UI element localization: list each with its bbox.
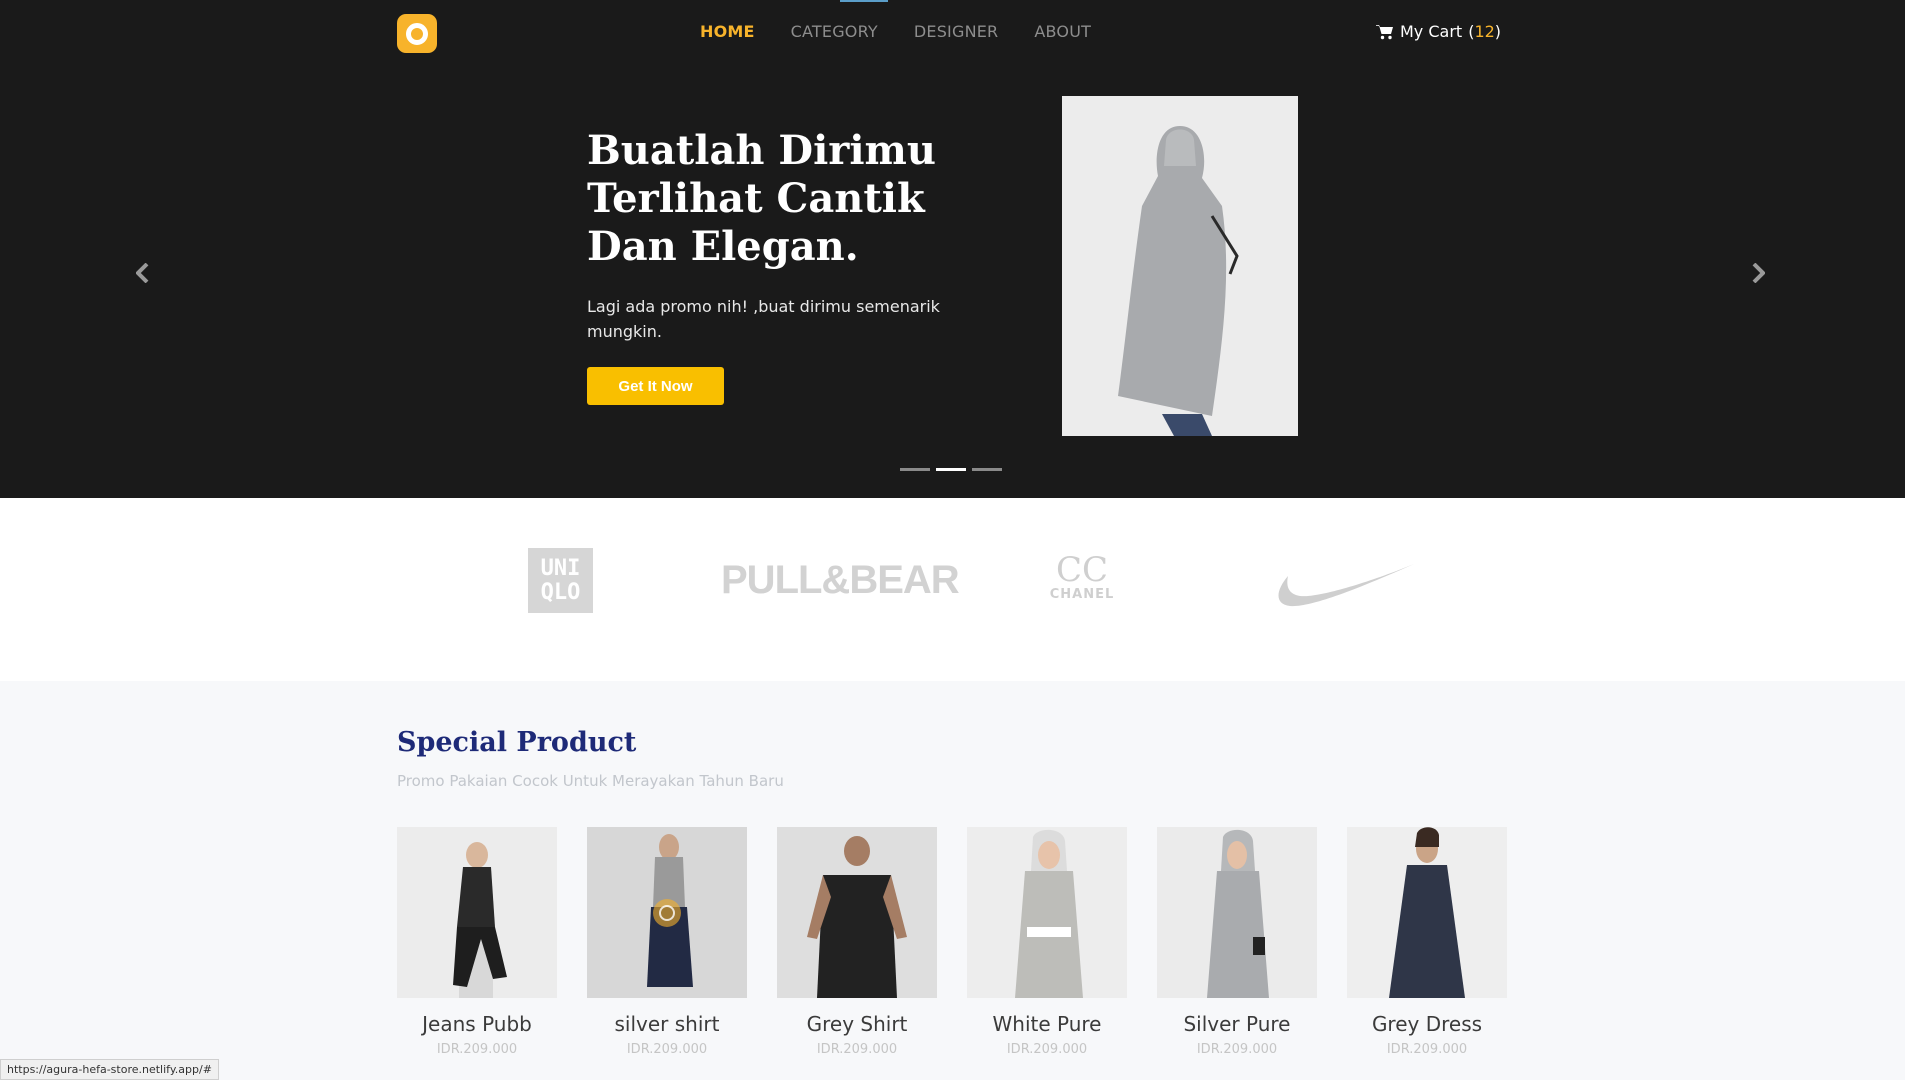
section-title: Special Product [397, 727, 637, 758]
nav-designer[interactable]: DESIGNER [914, 22, 999, 41]
hero-banner: HOME CATEGORY DESIGNER ABOUT My Cart (12… [0, 0, 1905, 498]
product-image[interactable] [587, 827, 747, 998]
product-image[interactable] [1347, 827, 1507, 998]
product-image[interactable] [1157, 827, 1317, 998]
cart-icon [1376, 24, 1393, 39]
chevron-left-icon [136, 263, 149, 283]
product-card[interactable]: Silver Pure IDR.209.000 [1157, 827, 1317, 1057]
carousel-dot[interactable] [900, 468, 930, 471]
brand-strip: UNI QLO PULL&BEAR CC CHANEL [0, 498, 1905, 681]
status-bar-url: https://agura-hefa-store.netlify.app/# [0, 1059, 219, 1080]
hero-model-image [1062, 96, 1298, 436]
product-name[interactable]: Jeans Pubb [397, 1012, 557, 1036]
product-card[interactable]: silver shirt IDR.209.000 [587, 827, 747, 1057]
main-nav: HOME CATEGORY DESIGNER ABOUT [700, 22, 1091, 41]
nav-about[interactable]: ABOUT [1034, 22, 1091, 41]
get-it-now-button[interactable]: Get It Now [587, 367, 724, 405]
product-price: IDR.209.000 [816, 1042, 898, 1057]
product-price: IDR.209.000 [1196, 1042, 1278, 1057]
product-card[interactable]: Jeans Pubb IDR.209.000 [397, 827, 557, 1057]
carousel-indicators [900, 468, 1002, 471]
product-name[interactable]: silver shirt [587, 1012, 747, 1036]
chanel-logo: CC CHANEL [1049, 550, 1115, 602]
uniqlo-logo: UNI QLO [528, 548, 593, 613]
carousel-next-button[interactable] [1748, 262, 1768, 284]
product-price: IDR.209.000 [436, 1042, 518, 1057]
product-card[interactable]: Grey Dress IDR.209.000 [1347, 827, 1507, 1057]
carousel-dot[interactable] [972, 468, 1002, 471]
carousel-dot-active[interactable] [936, 468, 966, 471]
logo-ring-icon [406, 22, 428, 45]
product-name[interactable]: Silver Pure [1157, 1012, 1317, 1036]
pullbear-logo: PULL&BEAR [721, 558, 960, 602]
loading-indicator [840, 0, 888, 2]
product-name[interactable]: Grey Dress [1347, 1012, 1507, 1036]
cart-button[interactable]: My Cart (12) [1376, 22, 1501, 41]
cart-count-wrapper: (12) [1468, 22, 1502, 41]
product-price: IDR.209.000 [626, 1042, 708, 1057]
product-image[interactable] [397, 827, 557, 998]
hero-title: Buatlah Dirimu Terlihat Cantik Dan Elega… [587, 127, 936, 270]
product-name[interactable]: White Pure [967, 1012, 1127, 1036]
nike-logo [1270, 554, 1416, 614]
cart-count: 12 [1474, 22, 1495, 41]
store-logo[interactable] [397, 14, 437, 53]
product-price: IDR.209.000 [1386, 1042, 1468, 1057]
product-image[interactable] [777, 827, 937, 998]
cart-label: My Cart [1400, 22, 1463, 41]
carousel-prev-button[interactable] [133, 262, 153, 284]
section-subtitle: Promo Pakaian Cocok Untuk Merayakan Tahu… [397, 772, 784, 790]
product-price: IDR.209.000 [1006, 1042, 1088, 1057]
product-name[interactable]: Grey Shirt [777, 1012, 937, 1036]
product-image[interactable] [967, 827, 1127, 998]
chevron-right-icon [1752, 263, 1765, 283]
nav-home[interactable]: HOME [700, 22, 755, 41]
hero-subtitle: Lagi ada promo nih! ,buat dirimu semenar… [587, 297, 940, 341]
product-card[interactable]: White Pure IDR.209.000 [967, 827, 1127, 1057]
nav-category[interactable]: CATEGORY [791, 22, 878, 41]
product-card[interactable]: Grey Shirt IDR.209.000 [777, 827, 937, 1057]
